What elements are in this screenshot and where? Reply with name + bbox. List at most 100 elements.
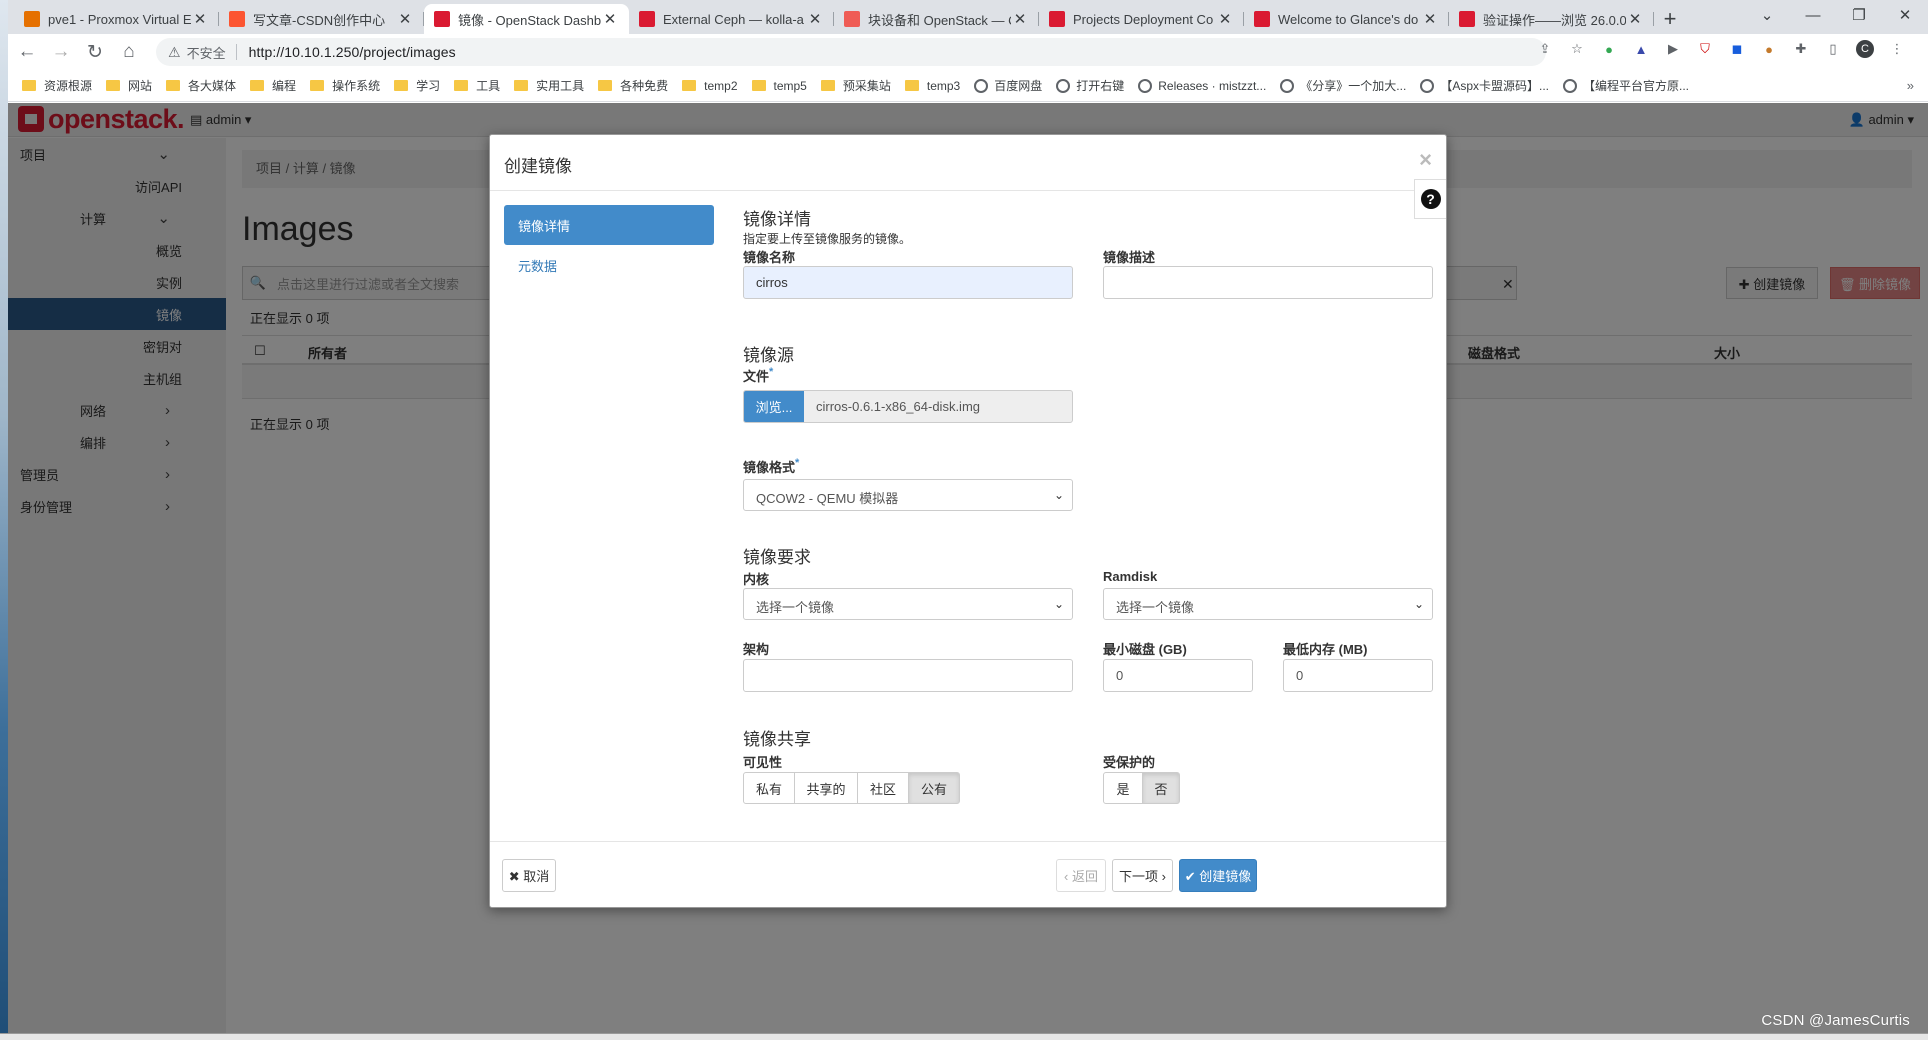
image-name-input[interactable]: cirros [743, 266, 1073, 299]
tab-close-icon[interactable]: ✕ [1216, 10, 1234, 28]
cancel-button[interactable]: ✖ 取消 [502, 859, 556, 892]
minimize-button[interactable]: — [1790, 0, 1836, 30]
bookmark-item[interactable]: 预采集站 [820, 77, 891, 94]
tab-title: 验证操作——浏览 26.0.0. [1483, 12, 1626, 28]
bookmark-item[interactable]: 【Aspx卡盟源码】... [1420, 77, 1549, 94]
globe-icon [1420, 78, 1435, 93]
new-tab-button[interactable]: + [1654, 4, 1686, 34]
bookmark-item[interactable]: 百度网盘 [974, 77, 1042, 94]
toggle-option[interactable]: 是 [1103, 772, 1143, 804]
extension-icon[interactable]: ▶ [1664, 40, 1682, 58]
back-button[interactable]: ‹ 返回 [1056, 859, 1106, 892]
ramdisk-select-value: 选择一个镜像 [1116, 600, 1195, 615]
tab-close-icon[interactable]: ✕ [1011, 10, 1029, 28]
reload-icon[interactable]: ↻ [80, 37, 110, 67]
address-bar[interactable]: ⚠ 不安全 http://10.10.1.250/project/images [156, 38, 1546, 66]
address-divider [235, 44, 237, 60]
tab-title: Welcome to Glance's do [1278, 11, 1419, 27]
bookmark-star-icon[interactable]: ☆ [1568, 40, 1586, 58]
bookmark-item[interactable]: 学习 [394, 77, 440, 94]
bookmark-item[interactable]: 各大媒体 [166, 77, 236, 94]
browser-tab[interactable]: 块设备和 OpenStack — C ✕ [834, 4, 1039, 34]
menu-icon[interactable]: ⋮ [1888, 40, 1906, 58]
file-label-text: 文件 [743, 369, 770, 384]
tab-close-icon[interactable]: ✕ [601, 10, 619, 28]
min-ram-input[interactable]: 0 [1283, 659, 1433, 692]
ublock-icon[interactable]: ⛉ [1696, 40, 1714, 58]
ramdisk-select[interactable]: 选择一个镜像 ⌄ [1103, 588, 1433, 620]
tab-search-icon[interactable]: ⌄ [1744, 0, 1790, 30]
browser-tab[interactable]: Projects Deployment Co ✕ [1039, 4, 1244, 34]
bookmark-item[interactable]: 资源根源 [22, 77, 92, 94]
url-text[interactable]: http://10.10.1.250/project/images [249, 44, 456, 60]
tab-close-icon[interactable]: ✕ [396, 10, 414, 28]
globe-icon [1563, 78, 1577, 93]
ceph-icon [844, 11, 860, 27]
bookmark-label: 百度网盘 [994, 79, 1043, 93]
extension-icon[interactable]: ▲ [1632, 40, 1650, 58]
bookmark-item[interactable]: 工具 [454, 77, 500, 94]
wizard-step[interactable]: 元数据 [504, 245, 714, 285]
home-icon[interactable]: ⌂ [114, 37, 144, 67]
bookmark-item[interactable]: 【编程平台官方原... [1563, 77, 1689, 94]
bookmark-item[interactable]: 各种免费 [598, 77, 668, 94]
kernel-select-value: 选择一个镜像 [756, 600, 835, 615]
globe-icon [1056, 78, 1071, 93]
close-window-button[interactable]: ✕ [1882, 0, 1928, 30]
tab-close-icon[interactable]: ✕ [1421, 10, 1439, 28]
cookie-icon[interactable]: ● [1760, 40, 1778, 58]
browser-tab[interactable]: pve1 - Proxmox Virtual E ✕ [14, 4, 219, 34]
bookmark-label: 打开右键 [1076, 79, 1125, 93]
wizard-step[interactable]: 镜像详情 [504, 205, 714, 245]
toggle-option[interactable]: 社区 [857, 772, 909, 804]
bookmark-item[interactable]: 操作系统 [310, 77, 380, 94]
min-disk-input[interactable]: 0 [1103, 659, 1253, 692]
toggle-option[interactable]: 否 [1142, 772, 1180, 804]
extension-icon[interactable]: ● [1600, 40, 1618, 58]
bitwarden-icon[interactable]: ◼ [1728, 40, 1746, 58]
create-image-submit-button[interactable]: ✔ 创建镜像 [1179, 859, 1257, 892]
bookmark-item[interactable]: 网站 [106, 77, 152, 94]
image-description-input[interactable] [1103, 266, 1433, 299]
bookmark-label: 预采集站 [842, 79, 891, 93]
tab-close-icon[interactable]: ✕ [806, 10, 824, 28]
sidepanel-icon[interactable]: ▯ [1824, 40, 1842, 58]
browser-tab[interactable]: External Ceph — kolla-a ✕ [629, 4, 834, 34]
close-icon[interactable]: × [1419, 147, 1432, 173]
puzzle-icon[interactable]: ✚ [1792, 40, 1810, 58]
bookmark-item[interactable]: temp3 [904, 79, 960, 93]
forward-icon[interactable]: → [46, 37, 76, 67]
architecture-input[interactable] [743, 659, 1073, 692]
next-button[interactable]: 下一项 › [1112, 859, 1173, 892]
more-bookmarks-icon[interactable]: » [1907, 78, 1914, 93]
help-button[interactable]: ? [1414, 179, 1446, 219]
tab-close-icon[interactable]: ✕ [191, 10, 209, 28]
bookmark-item[interactable]: temp2 [682, 79, 738, 93]
bookmark-item[interactable]: Releases · mistzzt... [1138, 78, 1266, 93]
browser-tab[interactable]: 镜像 - OpenStack Dashb ✕ [424, 4, 629, 34]
browse-button[interactable]: 浏览... [744, 391, 804, 422]
format-label: 镜像格式* [743, 457, 799, 476]
toggle-option[interactable]: 共享的 [794, 772, 858, 804]
section-requirements-title: 镜像要求 [743, 548, 811, 567]
bookmark-item[interactable]: 编程 [250, 77, 296, 94]
tab-close-icon[interactable]: ✕ [1626, 10, 1644, 28]
folder-icon [454, 80, 469, 91]
browser-tab[interactable]: 写文章-CSDN创作中心 ✕ [219, 4, 424, 34]
format-select[interactable]: QCOW2 - QEMU 模拟器 ⌄ [743, 479, 1073, 511]
bookmark-item[interactable]: 实用工具 [514, 77, 584, 94]
bookmark-item[interactable]: temp5 [751, 79, 807, 93]
bookmark-item[interactable]: 《分享》一个加大... [1280, 77, 1406, 94]
bookmark-item[interactable]: 打开右键 [1056, 77, 1124, 94]
browser-tab[interactable]: Welcome to Glance's do ✕ [1244, 4, 1449, 34]
toggle-option[interactable]: 私有 [743, 772, 795, 804]
share-icon[interactable]: ⇪ [1536, 40, 1554, 58]
restore-button[interactable]: ❐ [1836, 0, 1882, 30]
bookmark-label: 学习 [416, 79, 441, 93]
kernel-select[interactable]: 选择一个镜像 ⌄ [743, 588, 1073, 620]
browser-tab[interactable]: 验证操作——浏览 26.0.0. ✕ [1449, 4, 1654, 34]
file-input[interactable]: 浏览... cirros-0.6.1-x86_64-disk.img [743, 390, 1073, 423]
toggle-option[interactable]: 公有 [908, 772, 960, 804]
back-icon[interactable]: ← [12, 37, 42, 67]
avatar[interactable]: C [1856, 40, 1874, 58]
